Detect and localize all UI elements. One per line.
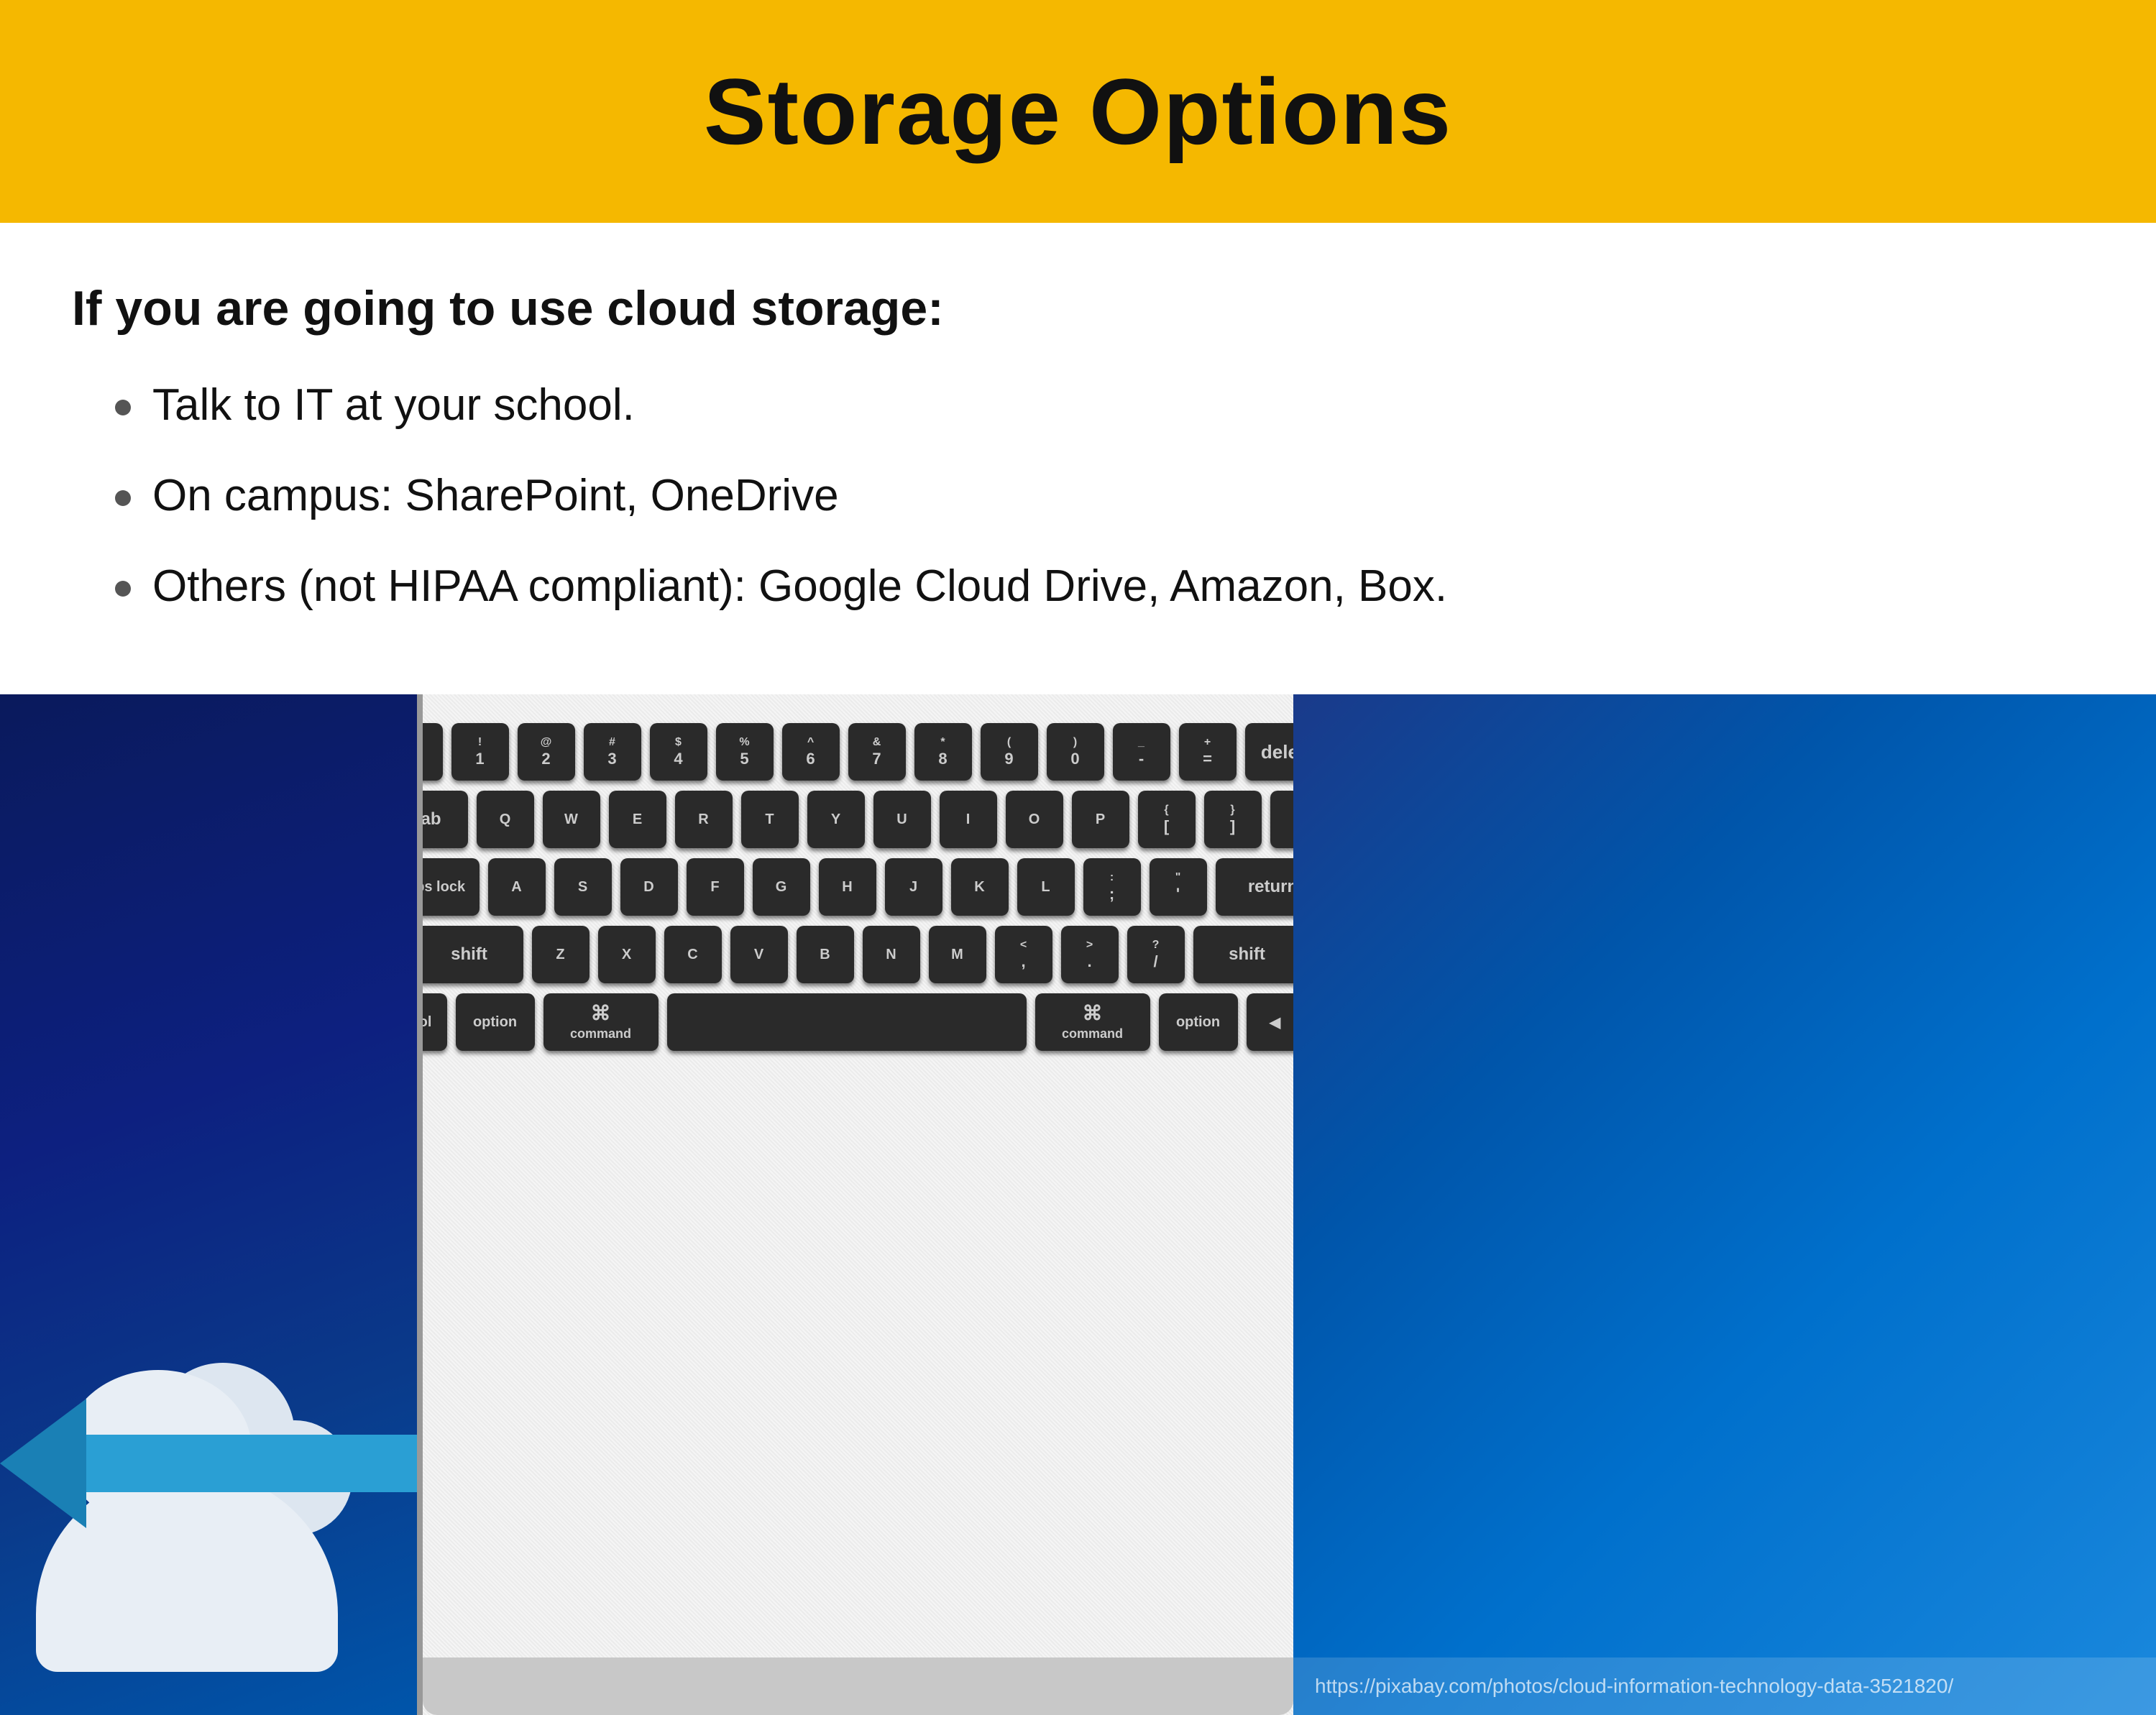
key-k: K: [951, 858, 1009, 916]
key-equals: +=: [1179, 723, 1237, 781]
key-option-r: option: [1159, 993, 1238, 1051]
section-heading: If you are going to use cloud storage:: [72, 280, 2084, 336]
bullet-dot: [115, 490, 131, 506]
key-v: V: [730, 926, 788, 983]
vertical-divider: [417, 694, 423, 1715]
key-u: U: [873, 791, 931, 848]
key-control: control: [423, 993, 447, 1051]
key-g: G: [753, 858, 810, 916]
key-space: [667, 993, 1027, 1051]
bullet-text-2: On campus: SharePoint, OneDrive: [152, 470, 839, 521]
key-8: *8: [914, 723, 972, 781]
key-arrow-left: ◀: [1247, 993, 1294, 1051]
key-bracket-r: }]: [1204, 791, 1262, 848]
key-row-qwerty: tab Q W E R T Y U I O P {[ }] |\: [459, 791, 1257, 848]
list-item: On campus: SharePoint, OneDrive: [115, 470, 2084, 521]
laptop-bottom-bar: [423, 1657, 1293, 1715]
key-option-l: option: [456, 993, 535, 1051]
key-minus: _-: [1113, 723, 1170, 781]
arrow-head: [0, 1399, 86, 1528]
key-1: !1: [451, 723, 509, 781]
list-item: Others (not HIPAA compliant): Google Clo…: [115, 561, 2084, 612]
key-i: I: [940, 791, 997, 848]
key-shift-r: shift: [1193, 926, 1294, 983]
key-m: M: [929, 926, 986, 983]
url-text: https://pixabay.com/photos/cloud-informa…: [1315, 1675, 1953, 1698]
key-row-asdf: caps lock A S D F G H J K L :; "' return: [459, 858, 1257, 916]
key-9: (9: [981, 723, 1038, 781]
key-shift-l: shift: [423, 926, 523, 983]
key-command-l: ⌘ command: [543, 993, 659, 1051]
list-item: Talk to IT at your school.: [115, 380, 2084, 431]
key-a: A: [488, 858, 546, 916]
key-return: return: [1216, 858, 1294, 916]
key-row-zxcv: shift Z X C V B N M <, >. ?/ shift: [459, 926, 1257, 983]
key-caps-lock: caps lock: [423, 858, 480, 916]
arrow-shaft: [43, 1435, 417, 1492]
key-2: @2: [518, 723, 575, 781]
key-z: Z: [532, 926, 590, 983]
url-bar: https://pixabay.com/photos/cloud-informa…: [1293, 1657, 2156, 1715]
key-bracket-l: {[: [1138, 791, 1196, 848]
key-comma: <,: [995, 926, 1052, 983]
key-quote: "': [1150, 858, 1207, 916]
key-d: D: [620, 858, 678, 916]
bullet-list: Talk to IT at your school. On campus: Sh…: [72, 380, 2084, 612]
bullet-text-3: Others (not HIPAA compliant): Google Clo…: [152, 561, 1447, 612]
key-y: Y: [807, 791, 865, 848]
cloud-image: [0, 694, 417, 1715]
command-key-label: command: [570, 1026, 631, 1042]
key-p: P: [1072, 791, 1129, 848]
bullet-dot: [115, 581, 131, 597]
key-c: C: [664, 926, 722, 983]
key-period: >.: [1061, 926, 1119, 983]
key-slash: ?/: [1127, 926, 1185, 983]
key-b: B: [797, 926, 854, 983]
key-s: S: [554, 858, 612, 916]
key-j: J: [885, 858, 942, 916]
key-x: X: [598, 926, 656, 983]
key-row-bottom: fn control option ⌘ command ⌘ command o: [459, 993, 1257, 1051]
laptop-keyboard-image: ~` !1 @2 #3 $4 %5 ^6 &7 *8 (9 )0 _- += d…: [423, 694, 1293, 1715]
key-w: W: [543, 791, 600, 848]
bullet-dot: [115, 400, 131, 415]
key-6: ^6: [782, 723, 840, 781]
blue-panel: https://pixabay.com/photos/cloud-informa…: [1293, 694, 2156, 1715]
key-h: H: [819, 858, 876, 916]
key-3: #3: [584, 723, 641, 781]
key-t: T: [741, 791, 799, 848]
key-5: %5: [716, 723, 774, 781]
key-tab: tab: [423, 791, 468, 848]
key-7: &7: [848, 723, 906, 781]
key-l: L: [1017, 858, 1075, 916]
image-section: ~` !1 @2 #3 $4 %5 ^6 &7 *8 (9 )0 _- += d…: [0, 694, 2156, 1715]
key-delete: delete: [1245, 723, 1294, 781]
key-row-numbers: ~` !1 @2 #3 $4 %5 ^6 &7 *8 (9 )0 _- += d…: [459, 723, 1257, 781]
key-e: E: [609, 791, 666, 848]
keyboard-area: ~` !1 @2 #3 $4 %5 ^6 &7 *8 (9 )0 _- += d…: [444, 709, 1272, 1075]
content-area: If you are going to use cloud storage: T…: [0, 223, 2156, 694]
key-backslash: |\: [1270, 791, 1294, 848]
key-r: R: [675, 791, 733, 848]
slide-title: Storage Options: [704, 58, 1452, 165]
slide-header: Storage Options: [0, 0, 2156, 223]
arrow-container: [0, 1427, 417, 1499]
bullet-text-1: Talk to IT at your school.: [152, 380, 635, 431]
key-0: )0: [1047, 723, 1104, 781]
key-4: $4: [650, 723, 707, 781]
key-tilde: ~`: [423, 723, 443, 781]
key-command-r: ⌘ command: [1035, 993, 1150, 1051]
key-f: F: [687, 858, 744, 916]
key-o: O: [1006, 791, 1063, 848]
key-q: Q: [477, 791, 534, 848]
key-semicolon: :;: [1083, 858, 1141, 916]
key-n: N: [863, 926, 920, 983]
